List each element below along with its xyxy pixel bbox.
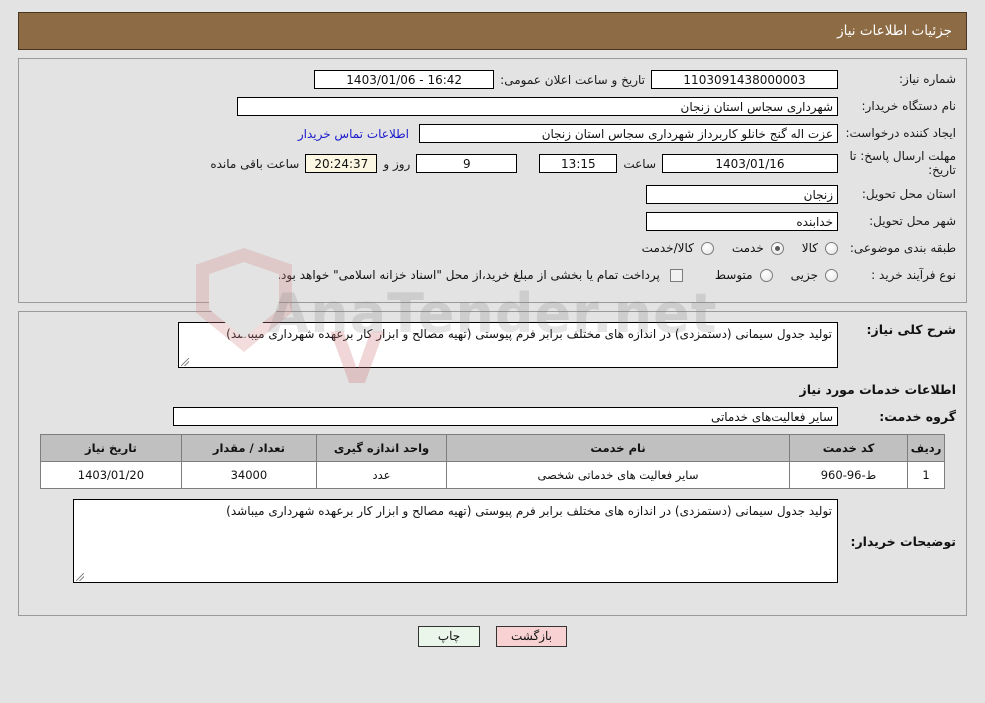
radio-process-jozei-label: جزیی bbox=[791, 268, 818, 282]
back-button[interactable]: بازگشت bbox=[496, 626, 567, 647]
cell-unit: عدد bbox=[316, 462, 446, 489]
cell-radif: 1 bbox=[908, 462, 945, 489]
row-province: استان محل تحویل: زنجان bbox=[29, 184, 956, 205]
remaining-clock-field[interactable]: 20:24:37 bbox=[305, 154, 377, 173]
page-title: جزئیات اطلاعات نیاز bbox=[837, 23, 952, 39]
th-code: کد خدمت bbox=[789, 435, 907, 462]
need-number-field[interactable]: 1103091438000003 bbox=[651, 70, 838, 89]
print-button[interactable]: چاپ bbox=[418, 626, 480, 647]
deadline-date-field[interactable]: 1403/01/16 bbox=[662, 154, 838, 173]
cell-name: سایر فعالیت های خدماتی شخصی bbox=[447, 462, 790, 489]
radio-category-kala-khedmat-label: کالا/خدمت bbox=[642, 241, 694, 255]
radio-process-motavaset-label: متوسط bbox=[715, 268, 753, 282]
radio-category-kala[interactable] bbox=[825, 242, 838, 255]
city-field[interactable]: خدابنده bbox=[646, 212, 838, 231]
th-name: نام خدمت bbox=[447, 435, 790, 462]
need-number-label: شماره نیاز: bbox=[838, 72, 956, 87]
row-need-number: شماره نیاز: 1103091438000003 تاریخ و ساع… bbox=[29, 69, 956, 90]
creator-label: ایجاد کننده درخواست: bbox=[838, 126, 956, 141]
row-category: طبقه بندی موضوعی: کالا خدمت کالا/خدمت bbox=[29, 238, 956, 259]
category-label: طبقه بندی موضوعی: bbox=[838, 241, 956, 256]
row-service-group: گروه خدمت: سایر فعالیت‌های خدماتی bbox=[29, 407, 956, 426]
row-buyer-org: نام دستگاه خریدار: شهرداری سجاس استان زن… bbox=[29, 96, 956, 117]
radio-category-khedmat[interactable] bbox=[771, 242, 784, 255]
radio-category-khedmat-label: خدمت bbox=[732, 241, 764, 255]
cell-qty: 34000 bbox=[181, 462, 316, 489]
row-process-type: نوع فرآیند خرید : جزیی متوسط پرداخت تمام… bbox=[29, 265, 956, 286]
th-qty: تعداد / مقدار bbox=[181, 435, 316, 462]
creator-field[interactable]: عزت اله گنج خانلو کاربرداز شهرداری سجاس … bbox=[419, 124, 838, 143]
treasury-bond-text: پرداخت تمام یا بخشی از مبلغ خرید،از محل … bbox=[277, 268, 660, 282]
deadline-time-word: ساعت bbox=[617, 157, 662, 171]
buyer-notes-textarea[interactable]: تولید جدول سیمانی (دستمزدی) در اندازه ها… bbox=[73, 499, 838, 583]
need-description-label: شرح کلی نیاز: bbox=[838, 322, 956, 337]
radio-process-jozei[interactable] bbox=[825, 269, 838, 282]
process-type-label: نوع فرآیند خرید : bbox=[838, 268, 956, 283]
remaining-days-word: روز و bbox=[377, 157, 416, 171]
action-button-bar: بازگشت چاپ bbox=[0, 626, 985, 647]
remaining-days-field[interactable]: 9 bbox=[416, 154, 517, 173]
services-section-title: اطلاعات خدمات مورد نیاز bbox=[29, 382, 956, 397]
province-field[interactable]: زنجان bbox=[646, 185, 838, 204]
radio-process-motavaset[interactable] bbox=[760, 269, 773, 282]
province-label: استان محل تحویل: bbox=[838, 187, 956, 202]
row-deadline: مهلت ارسال پاسخ: تا تاریخ: 1403/01/16 سا… bbox=[29, 150, 956, 178]
need-detail-panel: شرح کلی نیاز: تولید جدول سیمانی (دستمزدی… bbox=[18, 311, 967, 616]
table-row: 1 ط-96-960 سایر فعالیت های خدماتی شخصی ع… bbox=[41, 462, 945, 489]
city-label: شهر محل تحویل: bbox=[838, 214, 956, 229]
need-description-textarea[interactable]: تولید جدول سیمانی (دستمزدی) در اندازه ها… bbox=[178, 322, 838, 368]
cell-code: ط-96-960 bbox=[789, 462, 907, 489]
deadline-time-field[interactable]: 13:15 bbox=[539, 154, 617, 173]
public-announce-field[interactable]: 16:42 - 1403/01/06 bbox=[314, 70, 494, 89]
process-type-radio-group: جزیی متوسط پرداخت تمام یا بخشی از مبلغ خ… bbox=[263, 268, 838, 282]
cell-date: 1403/01/20 bbox=[41, 462, 182, 489]
row-city: شهر محل تحویل: خدابنده bbox=[29, 211, 956, 232]
row-creator: ایجاد کننده درخواست: عزت اله گنج خانلو ک… bbox=[29, 123, 956, 144]
page-header: جزئیات اطلاعات نیاز bbox=[18, 12, 967, 50]
th-date: تاریخ نیاز bbox=[41, 435, 182, 462]
buyer-org-label: نام دستگاه خریدار: bbox=[838, 99, 956, 114]
need-info-panel: شماره نیاز: 1103091438000003 تاریخ و ساع… bbox=[18, 58, 967, 303]
row-need-description: شرح کلی نیاز: تولید جدول سیمانی (دستمزدی… bbox=[29, 322, 956, 368]
radio-category-kala-label: کالا bbox=[802, 241, 818, 255]
service-group-field[interactable]: سایر فعالیت‌های خدماتی bbox=[173, 407, 838, 426]
radio-category-kala-khedmat[interactable] bbox=[701, 242, 714, 255]
deadline-label: مهلت ارسال پاسخ: تا تاریخ: bbox=[838, 150, 956, 178]
buyer-contact-link[interactable]: اطلاعات تماس خریدار bbox=[288, 127, 419, 141]
category-radio-group: کالا خدمت کالا/خدمت bbox=[628, 241, 838, 255]
service-group-label: گروه خدمت: bbox=[838, 409, 956, 424]
public-announce-label: تاریخ و ساعت اعلان عمومی: bbox=[494, 73, 651, 87]
th-radif: ردیف bbox=[908, 435, 945, 462]
buyer-org-field[interactable]: شهرداری سجاس استان زنجان bbox=[237, 97, 838, 116]
buyer-notes-label: توضیحات خریدار: bbox=[838, 534, 956, 549]
treasury-bond-checkbox[interactable] bbox=[670, 269, 683, 282]
remaining-suffix-label: ساعت باقی مانده bbox=[204, 157, 305, 171]
table-header-row: ردیف کد خدمت نام خدمت واحد اندازه گیری ت… bbox=[41, 435, 945, 462]
row-buyer-notes: توضیحات خریدار: تولید جدول سیمانی (دستمز… bbox=[29, 499, 956, 583]
services-table: ردیف کد خدمت نام خدمت واحد اندازه گیری ت… bbox=[40, 434, 945, 489]
th-unit: واحد اندازه گیری bbox=[316, 435, 446, 462]
